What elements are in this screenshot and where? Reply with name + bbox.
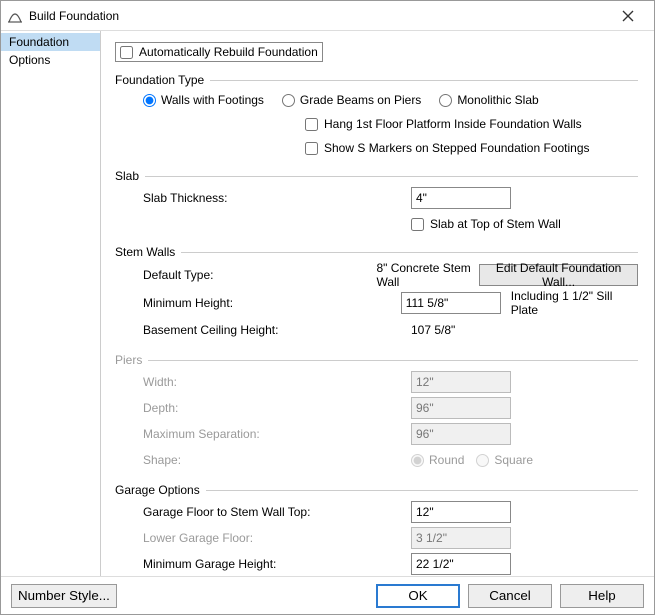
auto-rebuild-checkbox[interactable]: Automatically Rebuild Foundation [115, 42, 323, 62]
check-input[interactable] [411, 218, 424, 231]
default-type-label: Default Type: [115, 268, 376, 282]
radio-input[interactable] [439, 94, 452, 107]
garage-lower-input [411, 527, 511, 549]
group-piers: Piers [115, 353, 638, 367]
radio-label: Square [494, 453, 533, 467]
help-button[interactable]: Help [560, 584, 644, 608]
slab-thickness-input[interactable] [411, 187, 511, 209]
radio-label: Monolithic Slab [457, 93, 538, 107]
group-slab: Slab [115, 169, 638, 183]
group-label: Slab [115, 169, 145, 183]
check-s-markers[interactable]: Show S Markers on Stepped Foundation Foo… [305, 141, 590, 155]
check-label: Show S Markers on Stepped Foundation Foo… [324, 141, 590, 155]
sidebar-item-foundation[interactable]: Foundation [1, 33, 100, 51]
basement-value: 107 5/8" [411, 323, 455, 337]
dialog-window: Build Foundation Foundation Options Auto… [0, 0, 655, 615]
pier-maxsep-input [411, 423, 511, 445]
min-height-input[interactable] [401, 292, 501, 314]
pier-maxsep-label: Maximum Separation: [115, 427, 411, 441]
radio-input [411, 454, 424, 467]
pier-depth-label: Depth: [115, 401, 411, 415]
radio-monolithic-slab[interactable]: Monolithic Slab [439, 93, 538, 107]
auto-rebuild-label: Automatically Rebuild Foundation [139, 45, 318, 59]
dialog-body: Foundation Options Automatically Rebuild… [1, 31, 654, 576]
group-label: Garage Options [115, 483, 206, 497]
button-label: OK [408, 588, 427, 603]
garage-min-height-input[interactable] [411, 553, 511, 575]
slab-thickness-label: Slab Thickness: [115, 191, 411, 205]
cancel-button[interactable]: Cancel [468, 584, 552, 608]
button-label: Cancel [489, 588, 531, 603]
min-height-label: Minimum Height: [115, 296, 401, 310]
group-label: Piers [115, 353, 148, 367]
pier-depth-input [411, 397, 511, 419]
sidebar-item-label: Foundation [9, 35, 69, 49]
check-input[interactable] [305, 118, 318, 131]
titlebar: Build Foundation [1, 1, 654, 31]
content-panel: Automatically Rebuild Foundation Foundat… [101, 31, 654, 576]
ok-button[interactable]: OK [376, 584, 460, 608]
garage-floor-top-label: Garage Floor to Stem Wall Top: [115, 505, 411, 519]
pier-shape-label: Shape: [115, 453, 411, 467]
button-label: Help [588, 588, 615, 603]
default-type-value: 8" Concrete Stem Wall [376, 261, 479, 289]
check-input[interactable] [305, 142, 318, 155]
group-foundation-type: Foundation Type [115, 73, 638, 87]
app-arch-icon [7, 8, 23, 24]
radio-input[interactable] [282, 94, 295, 107]
pier-width-input [411, 371, 511, 393]
radio-grade-beams[interactable]: Grade Beams on Piers [282, 93, 421, 107]
pier-width-label: Width: [115, 375, 411, 389]
window-title: Build Foundation [29, 9, 608, 23]
footer: Number Style... OK Cancel Help [1, 576, 654, 614]
group-garage: Garage Options [115, 483, 638, 497]
auto-rebuild-input[interactable] [120, 46, 133, 59]
garage-floor-top-input[interactable] [411, 501, 511, 523]
close-button[interactable] [608, 10, 648, 22]
button-label: Number Style... [18, 588, 110, 603]
radio-input [476, 454, 489, 467]
check-hang-1st-floor[interactable]: Hang 1st Floor Platform Inside Foundatio… [305, 117, 582, 131]
sidebar-item-label: Options [9, 53, 50, 67]
sidebar-item-options[interactable]: Options [1, 51, 100, 69]
group-label: Stem Walls [115, 245, 181, 259]
sidebar: Foundation Options [1, 31, 101, 576]
garage-lower-label: Lower Garage Floor: [115, 531, 411, 545]
basement-label: Basement Ceiling Height: [115, 323, 411, 337]
check-label: Hang 1st Floor Platform Inside Foundatio… [324, 117, 582, 131]
min-height-suffix: Including 1 1/2" Sill Plate [511, 289, 638, 317]
radio-label: Grade Beams on Piers [300, 93, 421, 107]
group-stem-walls: Stem Walls [115, 245, 638, 259]
radio-label: Round [429, 453, 464, 467]
radio-label: Walls with Footings [161, 93, 264, 107]
radio-input[interactable] [143, 94, 156, 107]
edit-default-wall-button[interactable]: Edit Default Foundation Wall... [479, 264, 638, 286]
check-label: Slab at Top of Stem Wall [430, 217, 561, 231]
garage-min-height-label: Minimum Garage Height: [115, 557, 411, 571]
check-slab-top-stem[interactable]: Slab at Top of Stem Wall [411, 217, 561, 231]
radio-shape-square: Square [476, 453, 533, 467]
radio-walls-footings[interactable]: Walls with Footings [143, 93, 264, 107]
radio-shape-round: Round [411, 453, 464, 467]
number-style-button[interactable]: Number Style... [11, 584, 117, 608]
button-label: Edit Default Foundation Wall... [488, 261, 629, 289]
group-label: Foundation Type [115, 73, 210, 87]
